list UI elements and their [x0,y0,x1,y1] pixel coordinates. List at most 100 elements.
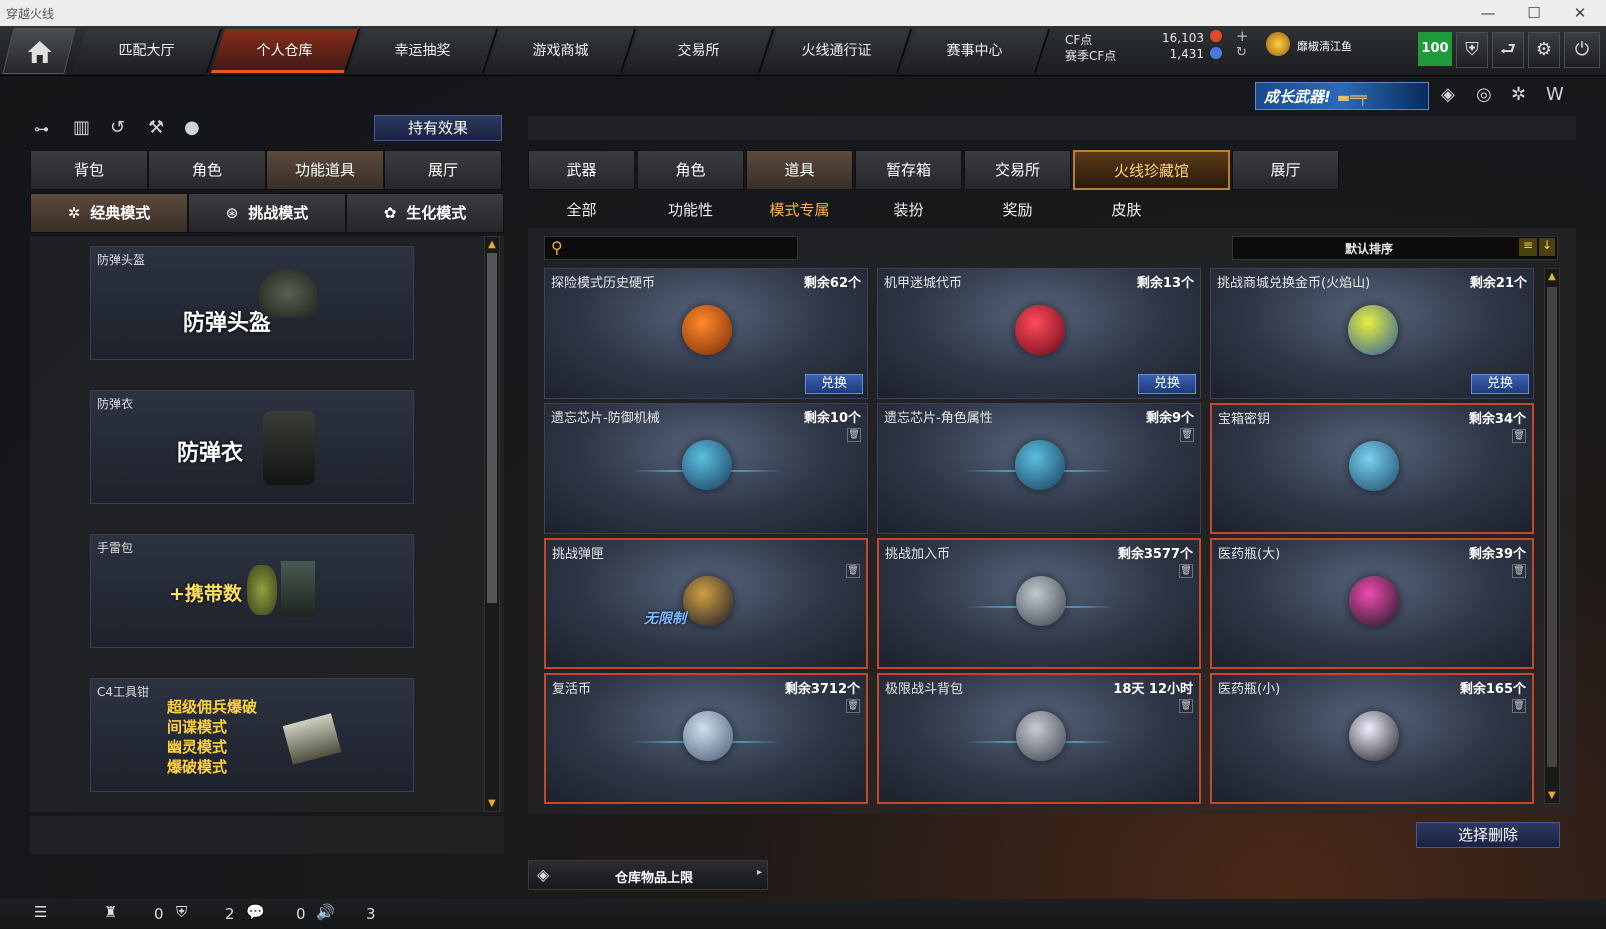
settings-button[interactable]: ⚙ [1528,32,1560,68]
stats-icon[interactable]: ▥ [73,117,90,138]
tools-icon[interactable]: ⚒ [148,117,164,138]
wing-icon[interactable]: ✲ [1511,84,1526,105]
capacity-bar[interactable]: ◈ 仓库物品上限 ▸ [528,860,768,890]
item-card[interactable]: 遗忘芯片-防御机械 剩余10个 🗑 [544,403,868,534]
scroll-down-icon[interactable]: ▼ [1548,790,1556,801]
scroll-up-icon[interactable]: ▲ [485,239,499,250]
item-card[interactable]: 挑战商城兑换金币(火焰山) 剩余21个 兑换 [1210,268,1534,399]
right-tab[interactable]: 道具 [746,150,853,190]
select-delete-button[interactable]: 选择删除 [1416,822,1560,848]
emblem-icon[interactable]: ◈ [1441,84,1455,105]
home-icon [27,41,52,63]
sub-tab[interactable]: 皮肤 [1073,199,1180,220]
trash-icon[interactable]: 🗑 [847,428,861,442]
left-tab[interactable]: 角色 [148,150,266,190]
item-card[interactable]: 挑战加入币 剩余3577个 🗑 [877,538,1201,669]
item-card[interactable]: 医药瓶(小) 剩余165个 🗑 [1210,673,1534,804]
hold-effect-button[interactable]: 持有效果 [374,115,502,141]
mode-tab[interactable]: ✿ 生化模式 [346,193,504,233]
nav-tab[interactable]: 赛事中心 [900,29,1051,73]
nav-tab[interactable]: 个人仓库 [210,29,361,73]
scroll-up-icon[interactable]: ▲ [1545,271,1559,282]
trash-icon[interactable]: 🗑 [1179,564,1193,578]
minimize-button[interactable]: — [1468,2,1508,24]
right-tab[interactable]: 交易所 [964,150,1071,190]
item-card[interactable]: 复活币 剩余3712个 🗑 [544,673,868,804]
scroll-thumb[interactable] [1547,287,1557,767]
right-tab[interactable]: 武器 [528,150,635,190]
left-tab[interactable]: 展厅 [384,150,502,190]
expand-arrow-icon[interactable]: ▸ [757,867,762,878]
maximize-button[interactable]: ☐ [1514,2,1554,24]
right-tab[interactable]: 角色 [637,150,744,190]
chat-icon[interactable]: 💬 [246,903,265,921]
right-tab[interactable]: 展厅 [1232,150,1339,190]
add-cf-icon[interactable]: + [1236,27,1249,45]
list-item[interactable]: 防弹衣 防弹衣 [90,390,414,504]
list-item[interactable]: 手雷包 +携带数 [90,534,414,648]
history-icon[interactable]: ↺ [110,117,125,138]
sub-tab[interactable]: 模式专属 [746,199,853,220]
grenade-icon[interactable]: ● [184,117,200,138]
username[interactable]: 靡椒淸江鱼 [1297,38,1352,54]
item-card[interactable]: 遗忘芯片-角色属性 剩余9个 🗑 [877,403,1201,534]
globe-icon[interactable]: ◎ [1476,84,1492,105]
item-card[interactable]: 探险模式历史硬币 剩余62个 兑换 [544,268,868,399]
exchange-button[interactable]: 兑换 [1471,374,1529,394]
item-card[interactable]: 机甲迷城代币 剩余13个 兑换 [877,268,1201,399]
trash-icon[interactable]: 🗑 [1180,428,1194,442]
search-box[interactable]: ⚲ [544,236,798,260]
trash-icon[interactable]: 🗑 [846,699,860,713]
list-item[interactable]: C4工具钳 超级佣兵爆破 间谍模式 幽灵模式 爆破模式 [90,678,414,792]
close-button[interactable]: ✕ [1560,2,1600,24]
power-button[interactable]: ⏻ [1564,32,1600,68]
mode-tab[interactable]: ⊛ 挑战模式 [188,193,346,233]
trash-icon[interactable]: 🗑 [1512,699,1526,713]
growth-weapon-banner[interactable]: 成长武器! ▬═╤ [1255,82,1429,110]
sub-tab[interactable]: 全部 [528,199,635,220]
scroll-thumb[interactable] [487,253,497,603]
toggle-off-icon[interactable]: ⊶ [34,120,49,138]
right-scrollbar[interactable]: ▲ ▼ [1544,268,1560,804]
sub-tab[interactable]: 装扮 [855,199,962,220]
trash-icon[interactable]: 🗑 [1179,699,1193,713]
home-button[interactable] [2,28,76,74]
trash-icon[interactable]: 🗑 [846,564,860,578]
sort-desc-icon[interactable]: ↓ [1539,238,1555,256]
sort-dropdown[interactable]: 默认排序 ≡ ↓ [1232,236,1558,260]
mode-tab[interactable]: ✲ 经典模式 [30,193,188,233]
sub-tab[interactable]: 功能性 [637,199,744,220]
refresh-icon[interactable]: ↻ [1236,45,1247,60]
item-card[interactable]: 宝箱密钥 剩余34个 🗑 [1210,403,1534,534]
item-card[interactable]: 挑战弹匣 无限制 🗑 [544,538,868,669]
item-card[interactable]: 医药瓶(大) 剩余39个 🗑 [1210,538,1534,669]
left-scrollbar[interactable]: ▲ ▼ [484,236,500,812]
left-tab[interactable]: 背包 [30,150,148,190]
exchange-button[interactable]: 兑换 [1138,374,1196,394]
search-input[interactable] [573,239,793,257]
nav-tab[interactable]: 火线通行证 [762,29,913,73]
nav-tab[interactable]: 幸运抽奖 [348,29,499,73]
return-button[interactable]: ⮐ [1492,32,1524,68]
exchange-button[interactable]: 兑换 [805,374,863,394]
shield-button[interactable]: ⛨ [1456,32,1488,68]
chest-key-icon [1349,441,1399,491]
nav-tab[interactable]: 交易所 [624,29,775,73]
nav-tab[interactable]: 匹配大厅 [72,29,223,73]
trash-icon[interactable]: 🗑 [1512,429,1526,443]
clan-icon[interactable]: ⛨ [176,903,187,921]
sub-tab[interactable]: 奖励 [964,199,1071,220]
menu-list-icon[interactable]: ☰ [34,903,47,921]
volume-icon[interactable]: 🔊 [316,903,335,921]
left-tab[interactable]: 功能道具 [266,150,384,190]
nav-tab[interactable]: 游戏商城 [486,29,637,73]
right-tab[interactable]: 暂存箱 [855,150,962,190]
v-logo-icon[interactable]: W [1546,84,1564,105]
right-tab[interactable]: 火线珍藏馆 [1073,150,1230,190]
scroll-down-icon[interactable]: ▼ [488,798,496,809]
list-item[interactable]: 防弹头盔 防弹头盔 [90,246,414,360]
trash-icon[interactable]: 🗑 [1512,564,1526,578]
friends-icon[interactable]: ♜ [104,903,117,921]
list-view-icon[interactable]: ≡ [1519,238,1537,256]
item-card[interactable]: 极限战斗背包 18天 12小时 🗑 [877,673,1201,804]
